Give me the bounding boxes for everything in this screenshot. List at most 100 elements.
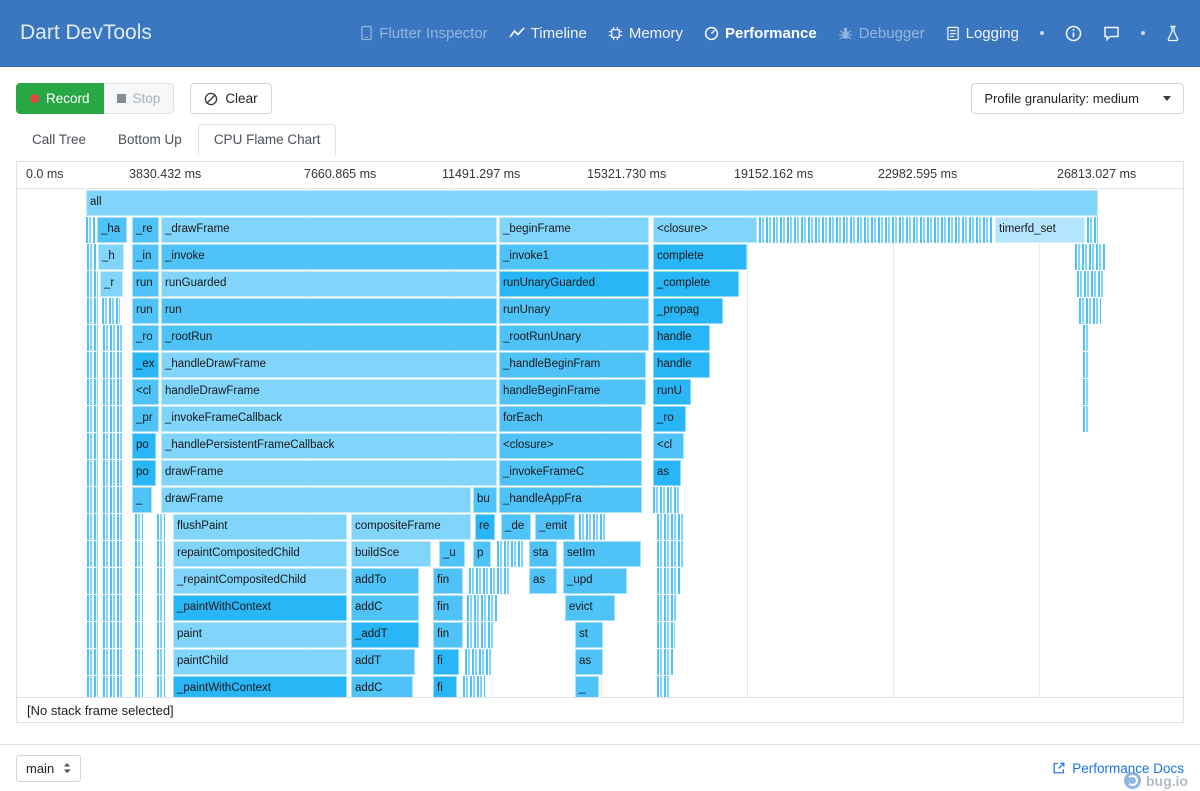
flame-sliver-group[interactable] (653, 487, 681, 513)
flame-bar[interactable]: fi (433, 649, 459, 675)
flame-bar[interactable]: _ro (132, 325, 159, 351)
isolate-select[interactable]: main (16, 755, 81, 782)
flame-bar[interactable]: bu (473, 487, 497, 513)
flame-bar[interactable]: addTo (351, 568, 419, 594)
flame-sliver-group[interactable] (1083, 325, 1088, 351)
flame-bar[interactable]: _paintWithContext (173, 595, 347, 621)
flame-bar[interactable]: _handleDrawFrame (161, 352, 497, 378)
flame-bar[interactable]: handleDrawFrame (161, 379, 497, 405)
flame-sliver-group[interactable] (87, 487, 98, 513)
flame-bar[interactable]: fin (433, 595, 463, 621)
flame-bar[interactable]: paint (173, 622, 347, 648)
flame-sliver-group[interactable] (87, 379, 98, 405)
flame-bar[interactable]: _invokeFrameCallback (161, 406, 497, 432)
flame-sliver-group[interactable] (157, 622, 165, 648)
flame-bar[interactable]: run (161, 298, 497, 324)
flame-sliver-group[interactable] (103, 649, 123, 675)
flame-bar[interactable]: _h (98, 244, 124, 270)
flame-bar[interactable]: _handlePersistentFrameCallback (161, 433, 497, 459)
flame-sliver-group[interactable] (657, 649, 673, 675)
flame-sliver-group[interactable] (1087, 217, 1098, 243)
flame-sliver-group[interactable] (1083, 352, 1088, 378)
flame-sliver-group[interactable] (657, 622, 675, 648)
flame-sliver-group[interactable] (657, 541, 685, 567)
nav-logging[interactable]: Logging (946, 25, 1019, 42)
tab-cpu-flame-chart[interactable]: CPU Flame Chart (198, 124, 337, 155)
flame-bar[interactable]: _re (132, 217, 159, 243)
flame-bar[interactable]: _de (501, 514, 531, 540)
flame-bar[interactable]: evict (565, 595, 615, 621)
flask-icon[interactable] (1166, 25, 1180, 42)
flame-sliver-group[interactable] (87, 514, 98, 540)
flame-sliver-group[interactable] (467, 622, 495, 648)
flame-sliver-group[interactable] (87, 352, 98, 378)
flame-bar[interactable]: _drawFrame (161, 217, 497, 243)
flame-bar[interactable]: <cl (653, 433, 684, 459)
flame-sliver-group[interactable] (657, 676, 671, 697)
flame-sliver-group[interactable] (657, 514, 685, 540)
flame-bar[interactable]: addT (351, 649, 415, 675)
flame-bar[interactable]: _rootRunUnary (499, 325, 649, 351)
flame-sliver-group[interactable] (103, 541, 123, 567)
flame-bar[interactable]: _upd (563, 568, 627, 594)
flame-bar[interactable]: _invoke (161, 244, 497, 270)
flame-bar[interactable]: _handleBeginFram (499, 352, 646, 378)
tab-call-tree[interactable]: Call Tree (16, 124, 102, 155)
flame-sliver-group[interactable] (87, 298, 98, 324)
flame-bar[interactable]: po (132, 433, 156, 459)
flame-bar[interactable]: _repaintCompositedChild (173, 568, 347, 594)
flame-bar[interactable]: _addT (351, 622, 419, 648)
flame-sliver-group[interactable] (135, 676, 143, 697)
flame-sliver-group[interactable] (469, 568, 509, 594)
flame-bar[interactable]: _ex (132, 352, 159, 378)
flame-sliver-group[interactable] (87, 541, 98, 567)
flame-sliver-group[interactable] (86, 217, 96, 243)
flame-sliver-group[interactable] (135, 541, 143, 567)
flame-bar[interactable]: all (86, 190, 1098, 216)
nav-memory[interactable]: Memory (608, 25, 683, 42)
flame-sliver-group[interactable] (157, 595, 165, 621)
flame-sliver-group[interactable] (157, 568, 165, 594)
flame-sliver-group[interactable] (579, 514, 605, 540)
flame-bar[interactable]: run (132, 298, 159, 324)
flame-bar[interactable]: handle (653, 325, 710, 351)
flame-bar[interactable]: as (529, 568, 557, 594)
flame-sliver-group[interactable] (103, 487, 123, 513)
flame-bar[interactable]: p (473, 541, 491, 567)
flame-bar[interactable]: buildSce (351, 541, 431, 567)
flame-sliver-group[interactable] (157, 649, 165, 675)
flame-bar[interactable]: setIm (563, 541, 641, 567)
flame-bar[interactable]: fin (433, 568, 463, 594)
flame-bar[interactable]: runUnary (499, 298, 649, 324)
flame-bar[interactable]: handle (653, 352, 710, 378)
nav-flutter-inspector[interactable]: Flutter Inspector (360, 25, 487, 42)
flame-sliver-group[interactable] (103, 568, 123, 594)
flame-sliver-group[interactable] (135, 568, 143, 594)
flame-bar[interactable]: _pr (132, 406, 159, 432)
flame-sliver-group[interactable] (1083, 406, 1088, 432)
flame-bar[interactable]: _rootRun (161, 325, 497, 351)
flame-sliver-group[interactable] (135, 595, 143, 621)
flame-bar[interactable]: <closure> (499, 433, 642, 459)
nav-debugger[interactable]: Debugger (838, 25, 925, 42)
flame-bar[interactable]: _in (132, 244, 159, 270)
flame-sliver-group[interactable] (87, 433, 98, 459)
flame-sliver-group[interactable] (103, 595, 123, 621)
tab-bottom-up[interactable]: Bottom Up (102, 124, 198, 155)
performance-docs-link[interactable]: Performance Docs (1052, 761, 1184, 776)
flame-sliver-group[interactable] (103, 433, 123, 459)
flame-sliver-group[interactable] (103, 325, 123, 351)
flame-bar[interactable]: _ha (97, 217, 127, 243)
flame-bar[interactable]: _invokeFrameC (499, 460, 642, 486)
flame-sliver-group[interactable] (87, 325, 98, 351)
flame-sliver-group[interactable] (135, 649, 143, 675)
flame-sliver-group[interactable] (103, 352, 123, 378)
flame-bar[interactable]: drawFrame (161, 487, 471, 513)
flame-bar[interactable]: _emit (535, 514, 575, 540)
flame-bar[interactable]: _beginFrame (499, 217, 649, 243)
flame-viewport[interactable]: all_ha_re_drawFrame_beginFrame<closure>t… (17, 189, 1183, 697)
record-button[interactable]: Record (16, 83, 104, 114)
flame-bar[interactable]: as (575, 649, 603, 675)
flame-bar[interactable]: run (132, 271, 159, 297)
flame-sliver-group[interactable] (759, 217, 993, 243)
